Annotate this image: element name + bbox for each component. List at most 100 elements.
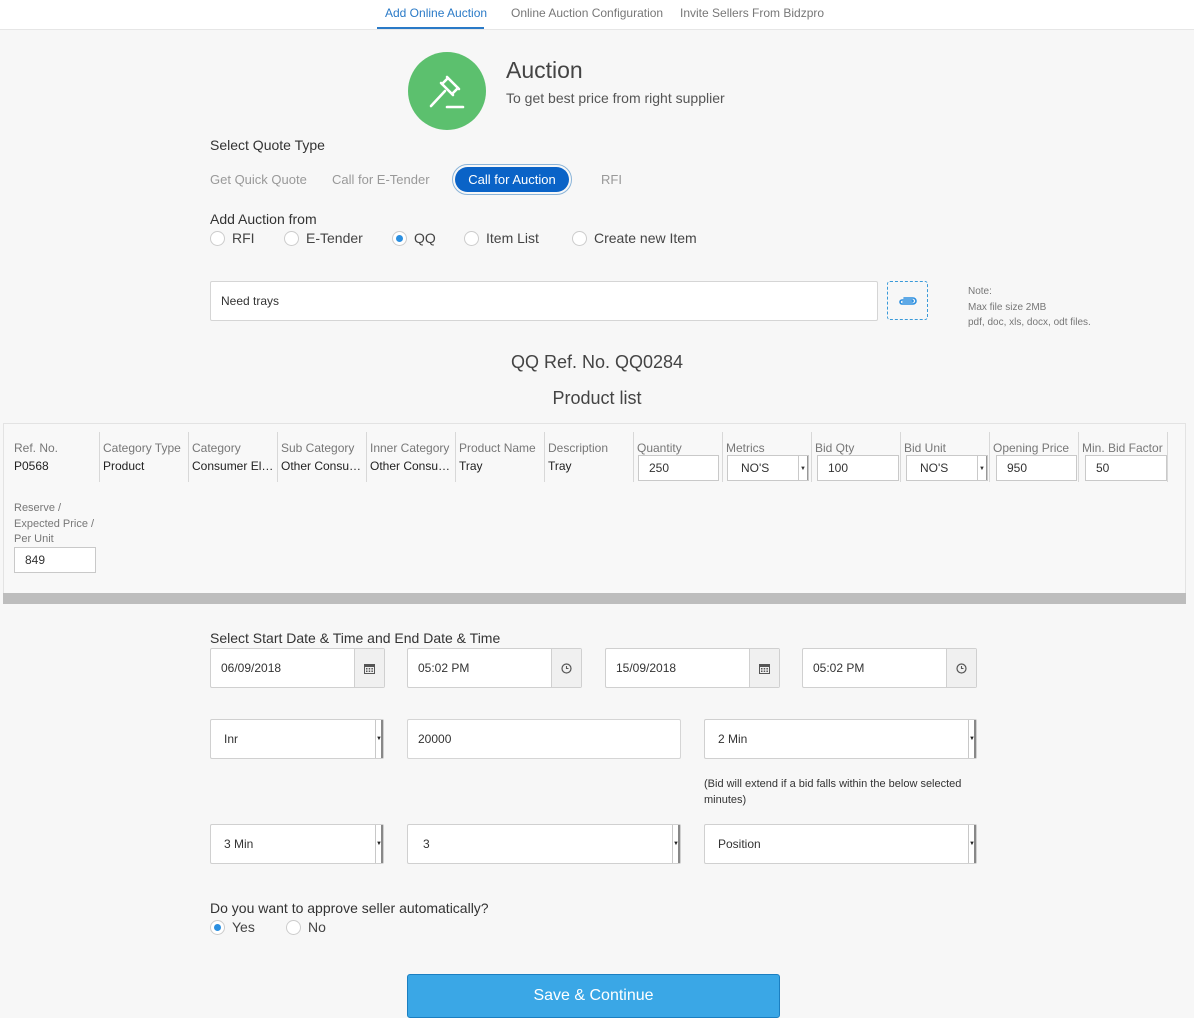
quantity-input[interactable]: 250 <box>638 455 719 481</box>
radio-circle-selected <box>392 230 407 246</box>
chevron-down-icon: ▼ <box>673 841 679 847</box>
col-category: Category Consumer Elec… <box>189 432 278 482</box>
currency-select[interactable]: Inr ▼ <box>210 719 384 759</box>
col-inner-category: Inner Category Other Consum… <box>367 432 456 482</box>
col-header: Bid Unit <box>904 441 947 455</box>
quote-type-label: Select Quote Type <box>210 137 325 153</box>
currency-select-value: Inr <box>224 732 239 746</box>
bid-extend-note: (Bid will extend if a bid falls within t… <box>704 778 962 806</box>
col-value: Tray <box>548 459 572 473</box>
min-bid-factor-input[interactable]: 50 <box>1085 455 1167 481</box>
radio-label: E-Tender <box>306 230 363 246</box>
col-ref-no: Ref. No. P0568 <box>11 432 100 482</box>
col-value: Consumer Elec… <box>192 459 277 473</box>
reserve-price-input[interactable]: 849 <box>14 547 96 573</box>
radio-circle-selected <box>210 919 225 935</box>
tab-invite-sellers[interactable]: Invite Sellers From Bidzpro <box>680 6 824 20</box>
bid-unit-select[interactable]: NO'S ▼ <box>906 455 988 481</box>
radio-label: QQ <box>414 230 436 246</box>
col-header: Product Name <box>459 441 536 455</box>
col-description: Description Tray <box>545 432 634 482</box>
radio-rfi[interactable]: RFI <box>210 230 255 246</box>
start-date-field[interactable]: 06/09/2018 <box>210 648 385 688</box>
page-title: Auction <box>506 57 583 83</box>
radio-approve-yes[interactable]: Yes <box>210 919 255 935</box>
col-header: Bid Qty <box>815 441 855 455</box>
save-continue-button[interactable]: Save & Continue <box>407 974 780 1018</box>
ref-number-title: QQ Ref. No. QQ0284 <box>510 352 684 372</box>
reserve-label-line: Per Unit <box>14 533 54 545</box>
reserve-label-line: Expected Price / <box>14 517 95 530</box>
display-mode-select[interactable]: Position ▼ <box>704 824 977 864</box>
col-value: Product <box>103 459 145 473</box>
col-header: Category Type <box>103 441 181 455</box>
col-header: Category <box>192 441 241 455</box>
radio-approve-no[interactable]: No <box>286 919 326 935</box>
radio-label: Yes <box>232 919 255 935</box>
metrics-select[interactable]: NO'S ▼ <box>727 455 809 481</box>
radio-label: RFI <box>232 230 255 246</box>
attach-file-button[interactable] <box>887 281 928 320</box>
count-select[interactable]: 3 ▼ <box>407 824 681 864</box>
calendar-icon[interactable] <box>749 649 779 687</box>
end-time-value: 05:02 PM <box>813 661 865 675</box>
metrics-select-value: NO'S <box>741 461 770 475</box>
end-date-field[interactable]: 15/09/2018 <box>605 648 780 688</box>
bid-unit-select-value: NO'S <box>920 461 949 475</box>
calendar-icon[interactable] <box>354 649 384 687</box>
radio-circle <box>572 230 587 246</box>
description-input[interactable]: Need trays <box>210 281 878 321</box>
radio-e-tender[interactable]: E-Tender <box>284 230 363 246</box>
interval-select-value: 3 Min <box>224 837 254 851</box>
start-time-field[interactable]: 05:02 PM <box>407 648 582 688</box>
radio-label: Create new Item <box>594 230 697 246</box>
radio-label: Item List <box>486 230 539 246</box>
col-header: Metrics <box>726 441 765 455</box>
reserve-price-label: Reserve / Expected Price / Per Unit <box>14 501 94 548</box>
tab-online-auction-configuration[interactable]: Online Auction Configuration <box>511 6 663 20</box>
attachment-note: Note: Max file size 2MB pdf, doc, xls, d… <box>968 284 1091 331</box>
chevron-down-icon: ▼ <box>800 466 806 472</box>
quote-type-call-for-auction[interactable]: Call for Auction <box>452 164 572 195</box>
clock-icon[interactable] <box>551 649 581 687</box>
radio-create-new-item[interactable]: Create new Item <box>572 230 697 246</box>
col-value: P0568 <box>14 459 49 473</box>
tab-add-online-auction[interactable]: Add Online Auction <box>385 6 487 20</box>
radio-qq[interactable]: QQ <box>392 230 436 246</box>
col-header: Inner Category <box>370 441 450 455</box>
start-time-value: 05:02 PM <box>418 661 470 675</box>
product-list-title: Product list <box>552 388 642 408</box>
radio-circle <box>210 230 225 246</box>
extend-time-select[interactable]: 2 Min ▼ <box>704 719 977 759</box>
note-line: Note: <box>968 286 992 297</box>
note-line: pdf, doc, xls, docx, odt files. <box>968 317 1091 328</box>
col-product-name: Product Name Tray <box>456 432 545 482</box>
col-header: Ref. No. <box>14 441 59 455</box>
col-header: Opening Price <box>993 441 1070 455</box>
radio-circle <box>464 230 479 246</box>
start-date-value: 06/09/2018 <box>221 661 282 675</box>
paperclip-icon <box>898 296 917 305</box>
quote-type-rfi[interactable]: RFI <box>601 172 622 187</box>
bid-qty-input[interactable]: 100 <box>817 455 899 481</box>
quote-type-e-tender[interactable]: Call for E-Tender <box>332 172 430 187</box>
note-line: Max file size 2MB <box>968 301 1047 313</box>
col-category-type: Category Type Product <box>100 432 189 482</box>
amount-input[interactable]: 20000 <box>407 719 681 759</box>
col-header: Sub Category <box>281 441 355 455</box>
extend-time-select-value: 2 Min <box>718 732 748 746</box>
horizontal-scrollbar[interactable] <box>3 593 1186 604</box>
col-header: Description <box>548 441 609 455</box>
chevron-down-icon: ▼ <box>969 841 975 847</box>
quote-type-quick-quote[interactable]: Get Quick Quote <box>210 172 307 187</box>
opening-price-input[interactable]: 950 <box>996 455 1077 481</box>
clock-icon[interactable] <box>946 649 976 687</box>
chevron-down-icon: ▼ <box>969 736 975 742</box>
radio-item-list[interactable]: Item List <box>464 230 539 246</box>
radio-circle <box>286 919 301 935</box>
end-time-field[interactable]: 05:02 PM <box>802 648 977 688</box>
active-tab-indicator <box>377 27 484 29</box>
col-value: Other Consum… <box>281 459 366 473</box>
interval-select[interactable]: 3 Min ▼ <box>210 824 384 864</box>
col-header: Min. Bid Factor <box>1082 441 1163 455</box>
